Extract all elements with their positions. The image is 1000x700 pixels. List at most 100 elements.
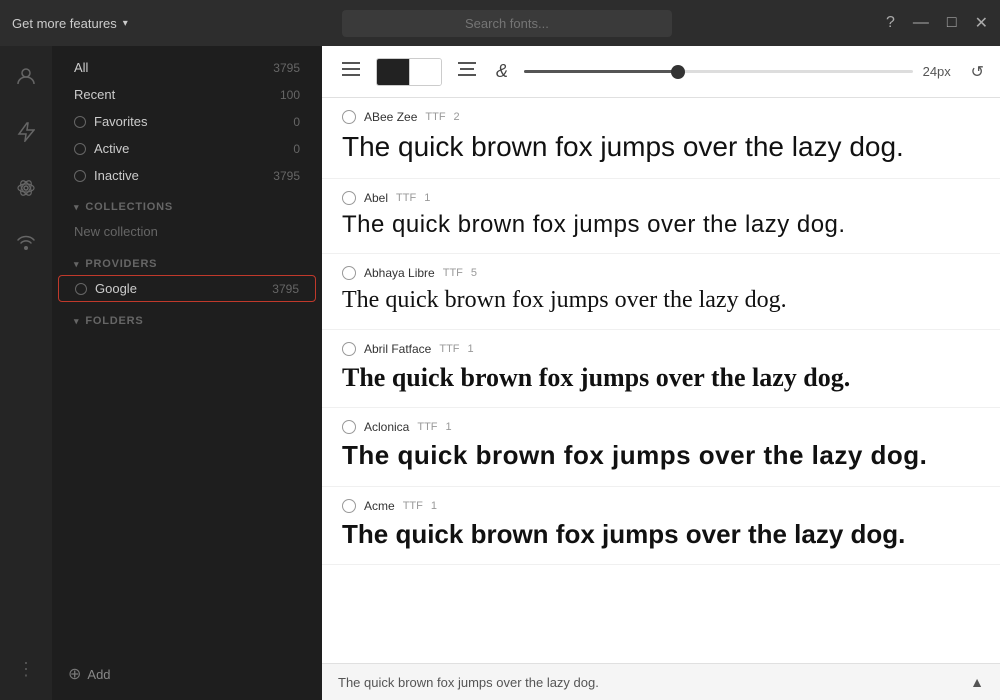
font-preview-acme: The quick brown fox jumps over the lazy … [342, 519, 980, 550]
font-radio-abril-fatface [342, 342, 356, 356]
font-item-abee-zee[interactable]: ABee Zee TTF 2 The quick brown fox jumps… [322, 98, 1000, 179]
titlebar-right: ? — □ ✕ [886, 13, 988, 33]
active-radio-icon [74, 143, 86, 155]
font-item-abhaya-libre[interactable]: Abhaya Libre TTF 5 The quick brown fox j… [322, 254, 1000, 330]
google-label: Google [95, 281, 272, 296]
sidebar-item-active[interactable]: Active 0 [58, 136, 316, 161]
font-format-abee-zee: TTF [425, 111, 445, 123]
active-count: 0 [293, 142, 300, 156]
main-area: ⋮ All 3795 Recent 100 Favorites 0 Active… [0, 46, 1000, 700]
folders-label: FOLDERS [85, 315, 143, 327]
font-meta-abril-fatface: Abril Fatface TTF 1 [342, 342, 980, 356]
provider-google[interactable]: Google 3795 [58, 275, 316, 302]
providers-label: PROVIDERS [85, 258, 157, 270]
font-format-abril-fatface: TTF [439, 343, 459, 355]
font-radio-abee-zee [342, 110, 356, 124]
font-variants-aclonica: 1 [446, 421, 452, 433]
font-preview-aclonica: The quick brown fox jumps over the lazy … [342, 440, 980, 471]
ampersand-icon[interactable]: & [492, 57, 512, 86]
sidebar-item-all[interactable]: All 3795 [58, 55, 316, 80]
font-variants-abhaya-libre: 5 [471, 267, 477, 279]
slider-fill [524, 70, 679, 73]
person-icon[interactable] [8, 58, 44, 94]
bottom-bar-text: The quick brown fox jumps over the lazy … [338, 675, 599, 690]
providers-arrow-icon: ▾ [74, 259, 79, 270]
font-name-abhaya-libre: Abhaya Libre [364, 266, 435, 280]
providers-header[interactable]: ▾ PROVIDERS [58, 250, 316, 274]
black-swatch [377, 58, 409, 86]
sidebar-item-favorites[interactable]: Favorites 0 [58, 109, 316, 134]
white-swatch [409, 58, 441, 86]
font-list: ABee Zee TTF 2 The quick brown fox jumps… [322, 98, 1000, 663]
font-preview-abel: The quick brown fox jumps over the lazy … [342, 211, 980, 240]
bottom-bar-arrow-icon[interactable]: ▲ [970, 674, 984, 690]
sidebar-item-inactive[interactable]: Inactive 3795 [58, 163, 316, 188]
inactive-count: 3795 [273, 169, 300, 183]
add-label: Add [87, 667, 110, 682]
align-icon[interactable] [454, 58, 480, 85]
toolbar: & 24px ↺ [322, 46, 1000, 98]
maximize-icon[interactable]: □ [947, 14, 957, 32]
search-input[interactable] [342, 10, 672, 37]
font-preview-abril-fatface: The quick brown fox jumps over the lazy … [342, 362, 980, 393]
size-slider[interactable] [524, 70, 913, 73]
titlebar-center [128, 10, 886, 37]
google-count: 3795 [272, 282, 299, 296]
collections-arrow-icon: ▾ [74, 202, 79, 213]
font-radio-abel [342, 191, 356, 205]
font-variants-abril-fatface: 1 [468, 343, 474, 355]
close-icon[interactable]: ✕ [975, 13, 988, 33]
font-name-abee-zee: ABee Zee [364, 110, 417, 124]
font-item-abril-fatface[interactable]: Abril Fatface TTF 1 The quick brown fox … [322, 330, 1000, 408]
minimize-icon[interactable]: — [913, 14, 929, 32]
folders-arrow-icon: ▾ [74, 316, 79, 327]
font-item-acme[interactable]: Acme TTF 1 The quick brown fox jumps ove… [322, 487, 1000, 565]
bottom-bar: The quick brown fox jumps over the lazy … [322, 663, 1000, 700]
all-label: All [74, 60, 273, 75]
font-item-abel[interactable]: Abel TTF 1 The quick brown fox jumps ove… [322, 179, 1000, 255]
help-icon[interactable]: ? [886, 14, 895, 32]
list-view-icon[interactable] [338, 58, 364, 85]
get-more-features-button[interactable]: Get more features ▾ [12, 16, 128, 31]
font-name-acme: Acme [364, 499, 395, 513]
google-radio-icon [75, 283, 87, 295]
active-label: Active [94, 141, 293, 156]
font-variants-abel: 1 [424, 192, 430, 204]
refresh-icon[interactable]: ↺ [971, 62, 984, 82]
size-slider-container: 24px [524, 64, 959, 79]
font-size-label: 24px [923, 64, 959, 79]
favorites-radio-icon [74, 116, 86, 128]
favorites-label: Favorites [94, 114, 293, 129]
color-swatch[interactable] [376, 58, 442, 86]
titlebar: Get more features ▾ ? — □ ✕ [0, 0, 1000, 46]
recent-label: Recent [74, 87, 280, 102]
collections-header[interactable]: ▾ COLLECTIONS [58, 193, 316, 217]
add-icon: ⊕ [68, 664, 81, 684]
collections-label: COLLECTIONS [85, 201, 173, 213]
inactive-radio-icon [74, 170, 86, 182]
font-format-abhaya-libre: TTF [443, 267, 463, 279]
font-preview-abhaya-libre: The quick brown fox jumps over the lazy … [342, 286, 980, 315]
more-icon[interactable]: ⋮ [17, 659, 35, 680]
folders-header[interactable]: ▾ FOLDERS [58, 307, 316, 331]
get-more-features-label: Get more features [12, 16, 117, 31]
icon-sidebar: ⋮ [0, 46, 52, 700]
font-preview-abee-zee: The quick brown fox jumps over the lazy … [342, 130, 980, 164]
inactive-label: Inactive [94, 168, 273, 183]
all-count: 3795 [273, 61, 300, 75]
font-name-abel: Abel [364, 191, 388, 205]
font-format-aclonica: TTF [417, 421, 437, 433]
sidebar-item-recent[interactable]: Recent 100 [58, 82, 316, 107]
atom-icon[interactable] [8, 170, 44, 206]
font-name-abril-fatface: Abril Fatface [364, 342, 431, 356]
font-item-aclonica[interactable]: Aclonica TTF 1 The quick brown fox jumps… [322, 408, 1000, 486]
add-button[interactable]: ⊕ Add [52, 648, 322, 692]
slider-thumb [671, 65, 685, 79]
new-collection-button[interactable]: New collection [58, 218, 316, 245]
font-meta-abee-zee: ABee Zee TTF 2 [342, 110, 980, 124]
radio-wave-icon[interactable] [8, 226, 44, 262]
font-radio-acme [342, 499, 356, 513]
font-meta-acme: Acme TTF 1 [342, 499, 980, 513]
right-panel: & 24px ↺ ABee Zee TTF 2 [322, 46, 1000, 700]
lightning-icon[interactable] [8, 114, 44, 150]
